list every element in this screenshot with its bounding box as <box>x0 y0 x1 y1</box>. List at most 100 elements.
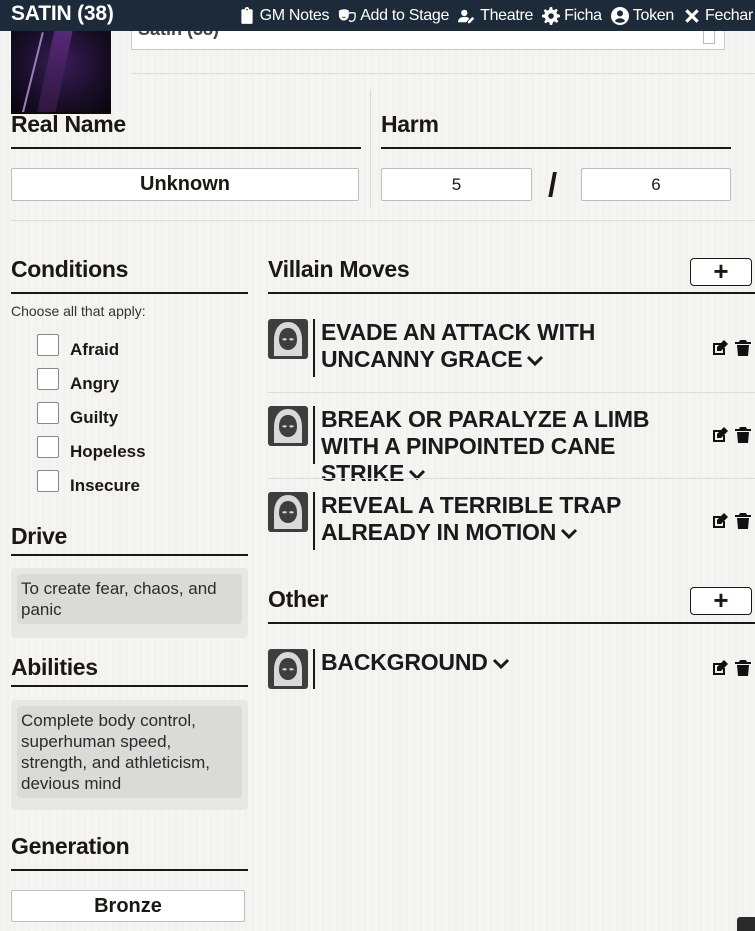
condition-checkbox[interactable] <box>37 334 59 356</box>
abilities-box[interactable]: Complete body control, superhuman speed,… <box>11 700 248 810</box>
add-to-stage-label: Add to Stage <box>360 6 450 24</box>
chevron-down-icon[interactable] <box>492 657 510 671</box>
villain-move-title-text: EVADE AN ATTACK WITH UNCANNY GRACE <box>321 319 596 372</box>
hooded-figure-icon <box>268 492 308 532</box>
ficha-button[interactable]: Ficha <box>542 6 602 25</box>
other-heading: Other <box>268 586 328 612</box>
generation-heading: Generation <box>11 833 130 859</box>
chevron-down-icon[interactable] <box>560 527 578 541</box>
condition-checkbox[interactable] <box>37 368 59 390</box>
villain-move-item[interactable]: EVADE AN ATTACK WITH UNCANNY GRACE <box>268 319 752 379</box>
other-item-title-text: BACKGROUND <box>321 649 488 675</box>
harm-max-input[interactable]: 6 <box>581 168 731 201</box>
chevron-down-icon[interactable] <box>408 468 426 482</box>
other-rule <box>268 622 755 624</box>
edit-icon[interactable] <box>711 426 729 444</box>
villain-move-title-text: BREAK OR PARALYZE A LIMB WITH A PINPOINT… <box>321 406 650 486</box>
gear-icon <box>542 6 561 25</box>
abilities-heading: Abilities <box>11 654 98 680</box>
generation-rule <box>11 869 248 871</box>
villain-move-title[interactable]: REVEAL A TERRIBLE TRAP ALREADY IN MOTION <box>321 492 701 546</box>
conditions-rule <box>11 292 248 294</box>
villain-moves-rule <box>268 292 755 294</box>
document-icon[interactable] <box>703 31 715 44</box>
chevron-down-icon[interactable] <box>526 354 544 368</box>
drive-heading: Drive <box>11 523 68 549</box>
header-divider <box>131 73 755 74</box>
close-icon <box>685 8 699 23</box>
drive-box[interactable]: To create fear, chaos, and panic <box>11 568 248 638</box>
edit-icon[interactable] <box>711 339 729 357</box>
harm-separator: / <box>548 166 558 203</box>
condition-checkbox[interactable] <box>37 402 59 424</box>
ficha-label: Ficha <box>564 6 602 24</box>
move-actions <box>711 426 752 444</box>
add-other-button[interactable]: + <box>690 587 752 615</box>
hooded-figure-icon <box>268 319 308 359</box>
condition-label: Hopeless <box>70 442 146 461</box>
conditions-help-text: Choose all that apply: <box>11 303 146 319</box>
real-name-rule <box>11 147 361 149</box>
character-portrait[interactable] <box>11 31 111 114</box>
top-section-divider <box>11 220 755 221</box>
villain-move-item[interactable]: REVEAL A TERRIBLE TRAP ALREADY IN MOTION <box>268 492 752 552</box>
move-separator <box>268 392 755 393</box>
gm-notes-label: GM Notes <box>259 6 330 24</box>
move-divider-bar <box>313 649 315 689</box>
trash-icon[interactable] <box>734 512 752 530</box>
other-item[interactable]: BACKGROUND <box>268 649 752 689</box>
user-circle-icon <box>610 6 629 25</box>
character-sheet: SATIN (38) GM Notes Add to Stage Theatre… <box>0 0 755 931</box>
move-actions <box>711 659 752 677</box>
theatre-button[interactable]: Theatre <box>458 7 533 25</box>
header-controls: GM Notes Add to Stage Theatre Ficha Toke… <box>238 0 755 31</box>
generation-input[interactable]: Bronze <box>11 890 245 922</box>
drive-text[interactable]: To create fear, chaos, and panic <box>17 574 242 624</box>
villain-move-title[interactable]: EVADE AN ATTACK WITH UNCANNY GRACE <box>321 319 701 373</box>
harm-heading: Harm <box>381 111 439 137</box>
villain-moves-heading: Villain Moves <box>268 256 410 282</box>
abilities-rule <box>11 685 248 687</box>
character-name-value: Satin (38) <box>138 31 219 40</box>
character-name-input[interactable]: Satin (38) <box>131 31 725 50</box>
token-button[interactable]: Token <box>610 6 675 25</box>
trash-icon[interactable] <box>734 339 752 357</box>
gm-notes-button[interactable]: GM Notes <box>238 6 330 25</box>
villain-move-item[interactable]: BREAK OR PARALYZE A LIMB WITH A PINPOINT… <box>268 406 752 486</box>
masks-icon <box>339 8 356 22</box>
window-header[interactable]: SATIN (38) GM Notes Add to Stage Theatre… <box>0 0 755 31</box>
move-divider-bar <box>313 406 315 464</box>
add-villain-move-button[interactable]: + <box>690 258 752 286</box>
move-separator <box>268 478 755 479</box>
harm-rule <box>381 147 731 149</box>
abilities-text[interactable]: Complete body control, superhuman speed,… <box>17 706 242 798</box>
drive-rule <box>11 554 248 556</box>
window-title: SATIN (38) <box>11 2 114 25</box>
move-actions <box>711 512 752 530</box>
move-divider-bar <box>313 492 315 550</box>
add-to-stage-button[interactable]: Add to Stage <box>338 7 449 25</box>
theatre-label: Theatre <box>480 6 534 24</box>
condition-checkbox[interactable] <box>37 470 59 492</box>
condition-label: Guilty <box>70 408 119 427</box>
token-label: Token <box>632 6 675 24</box>
other-item-title[interactable]: BACKGROUND <box>321 649 701 676</box>
condition-label: Angry <box>70 374 120 393</box>
window-resize-handle[interactable] <box>737 917 755 931</box>
trash-icon[interactable] <box>734 426 752 444</box>
edit-icon[interactable] <box>711 512 729 530</box>
condition-checkbox[interactable] <box>37 436 59 458</box>
harm-current-input[interactable]: 5 <box>381 168 532 201</box>
column-divider <box>370 90 371 208</box>
condition-label: Insecure <box>70 476 140 495</box>
villain-move-title[interactable]: BREAK OR PARALYZE A LIMB WITH A PINPOINT… <box>321 406 701 487</box>
trash-icon[interactable] <box>734 659 752 677</box>
edit-icon[interactable] <box>711 659 729 677</box>
user-edit-icon <box>458 9 475 23</box>
condition-label: Afraid <box>70 340 120 359</box>
real-name-input[interactable]: Unknown <box>11 168 359 201</box>
real-name-heading: Real Name <box>11 111 126 137</box>
close-button[interactable]: Fechar <box>683 7 753 25</box>
move-divider-bar <box>313 319 315 377</box>
conditions-heading: Conditions <box>11 256 129 282</box>
